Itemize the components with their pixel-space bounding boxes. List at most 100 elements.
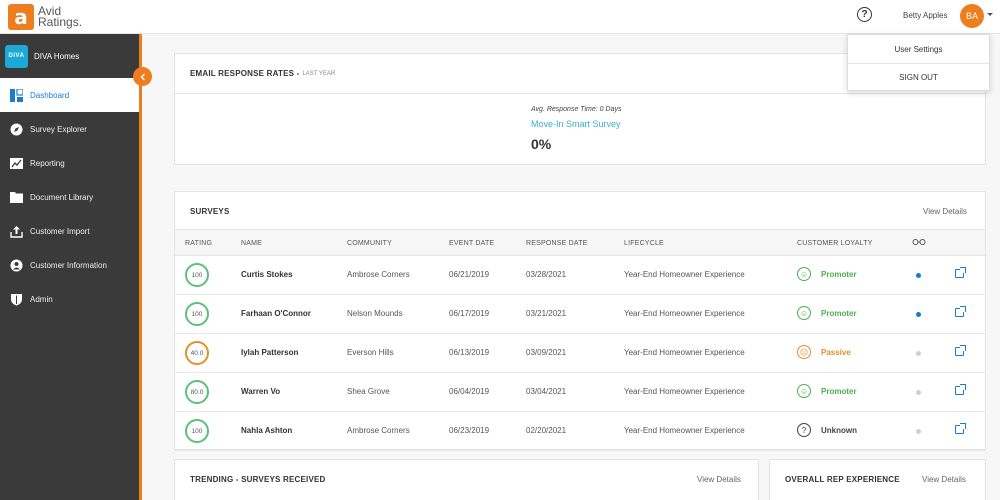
chevron-left-icon [140,73,145,80]
sidebar-item-label: Survey Explorer [30,124,87,134]
logo-line-2: Ratings. [38,15,83,29]
sidebar-item-survey-explorer[interactable]: Survey Explorer [0,112,139,146]
external-link-icon[interactable] [955,267,966,278]
surveys-title: SURVEYS [190,207,230,216]
community: Shea Grove [347,387,390,396]
smiley-icon: ☺ [797,306,811,320]
column-header-event-date[interactable]: EVENT DATE [449,240,494,247]
lifecycle: Year-End Homeowner Experience [624,309,745,318]
chart-icon [9,156,23,170]
shield-icon [9,292,23,306]
sidebar-item-dashboard[interactable]: Dashboard [0,78,139,112]
column-header-customer-loyalty[interactable]: CUSTOMER LOYALTY [797,240,873,247]
table-row[interactable]: 100 Curtis Stokes Ambrose Corners 06/21/201… [175,256,985,295]
trending-title: TRENDING - SURVEYS RECEIVED [190,475,326,484]
sign-out-item[interactable]: SIGN OUT [848,63,989,91]
sidebar-item-label: Admin [30,294,53,304]
glasses-icon [912,238,926,248]
avg-response-time: Avg. Response Time: 0 Days [531,106,622,113]
user-menu-dropdown: User Settings SIGN OUT [847,34,990,91]
user-icon [9,258,23,272]
sidebar-item-label: Reporting [30,158,65,168]
event-date: 06/23/2019 [449,426,490,435]
rep-experience-card: OVERALL REP EXPERIENCE View Details [769,459,986,500]
response-percent: 0% [531,136,552,152]
folder-icon [9,190,23,204]
email-card-subtitle: LAST YEAR [302,70,336,77]
column-header-response-date[interactable]: RESPONSE DATE [526,240,588,247]
community: Everson Hills [347,348,394,357]
customer-name[interactable]: Farhaan O'Connor [241,309,311,318]
top-bar: a Avid Ratings. ? Betty Apples BA [0,0,1000,34]
external-link-icon[interactable] [955,384,966,395]
customer-name[interactable]: Curtis Stokes [241,270,293,279]
compass-icon [9,122,23,136]
table-header: RATING NAME COMMUNITY EVENT DATE RESPONS… [175,229,985,256]
customer-name[interactable]: Nahla Ashton [241,426,292,435]
response-date: 02/20/2021 [526,426,567,435]
rep-view-details-link[interactable]: View Details [922,475,966,484]
diva-logo: DIVA [5,44,28,68]
table-row[interactable]: 100 Nahla Ashton Ambrose Corners 06/23/2019… [175,412,985,451]
sidebar-item-customer-information[interactable]: Customer Information [0,248,139,282]
surveys-view-details-link[interactable]: View Details [923,207,967,216]
customer-name[interactable]: Warren Vo [241,387,280,396]
community: Ambrose Corners [347,426,410,435]
loyalty-status: Passive [821,348,851,357]
external-link-icon[interactable] [955,306,966,317]
sidebar-item-label: Customer Import [30,226,90,236]
sidebar-item-document-library[interactable]: Document Library [0,180,139,214]
rep-title: OVERALL REP EXPERIENCE [785,475,900,484]
customer-name[interactable]: Iylah Patterson [241,348,298,357]
status-dot [916,390,921,395]
table-row[interactable]: 40.0 Iylah Patterson Everson Hills 06/13/20… [175,334,985,373]
logo-text: Avid Ratings. [38,5,83,29]
lifecycle: Year-End Homeowner Experience [624,426,745,435]
trending-card: TRENDING - SURVEYS RECEIVED View Details [174,459,759,500]
external-link-icon[interactable] [955,345,966,356]
status-dot [916,273,921,278]
smiley-icon: ☺ [797,384,811,398]
brand-name: DIVA Homes [34,51,80,61]
smiley-icon: ☺ [797,267,811,281]
external-link-icon[interactable] [955,423,966,434]
lifecycle: Year-End Homeowner Experience [624,387,745,396]
avid-ratings-logo[interactable]: a Avid Ratings. [8,4,82,30]
question-icon: ? [797,423,811,437]
event-date: 06/13/2019 [449,348,490,357]
column-header-rating[interactable]: RATING [185,240,212,247]
sidebar-item-customer-import[interactable]: Customer Import [0,214,139,248]
logo-mark: a [8,4,34,30]
sidebar: DIVA DIVA Homes Dashboard Survey Explore… [0,34,142,500]
sidebar-item-reporting[interactable]: Reporting [0,146,139,180]
loyalty-status: Promoter [821,270,857,279]
column-header-community[interactable]: COMMUNITY [347,240,392,247]
status-dot [916,429,921,434]
status-dot [916,351,921,356]
table-row[interactable]: 80.0 Warren Vo Shea Grove 06/04/2019 03/04/2… [175,373,985,412]
collapse-sidebar-button[interactable] [133,67,152,86]
sidebar-item-label: Document Library [30,192,94,202]
sidebar-item-admin[interactable]: Admin [0,282,139,316]
help-icon[interactable]: ? [857,7,872,22]
user-settings-item[interactable]: User Settings [848,35,989,63]
surveys-card: SURVEYS View Details RATING NAME COMMUNI… [174,191,986,451]
survey-name-link[interactable]: Move-In Smart Survey [531,119,621,129]
rating-badge: 100 [185,263,209,287]
table-row[interactable]: 100 Farhaan O'Connor Nelson Mounds 06/17/20… [175,295,985,334]
avatar[interactable]: BA [960,4,984,28]
chevron-down-icon[interactable] [987,13,993,16]
lifecycle: Year-End Homeowner Experience [624,348,745,357]
response-date: 03/21/2021 [526,309,567,318]
trending-view-details-link[interactable]: View Details [697,475,741,484]
dashboard-icon [9,88,23,102]
column-header-name[interactable]: NAME [241,240,262,247]
rating-badge: 100 [185,302,209,326]
event-date: 06/04/2019 [449,387,490,396]
user-name[interactable]: Betty Apples [903,11,947,20]
loyalty-status: Promoter [821,387,857,396]
column-header-lifecycle[interactable]: LIFECYCLE [624,240,664,247]
upload-icon [9,224,23,238]
response-date: 03/09/2021 [526,348,567,357]
response-date: 03/28/2021 [526,270,567,279]
